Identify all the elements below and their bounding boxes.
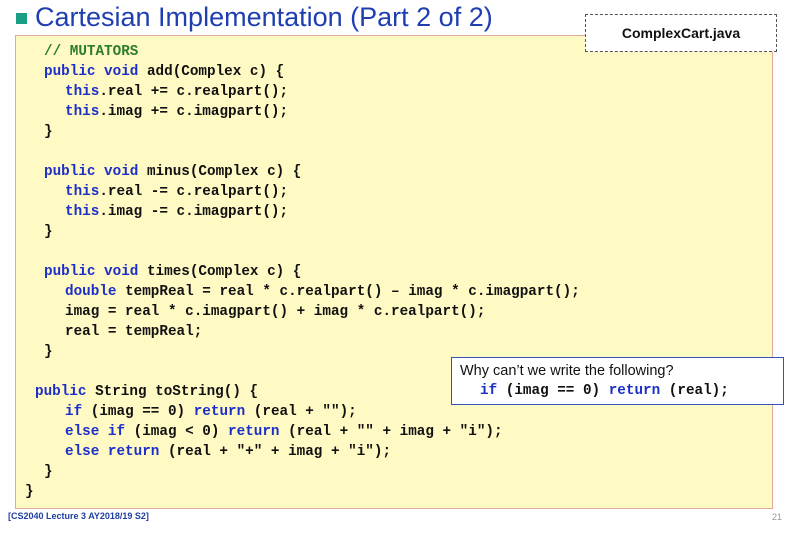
code-text: add(Complex c) { <box>138 64 285 80</box>
keyword: public void <box>44 164 139 180</box>
slide-footer: [CS2040 Lecture 3 AY2018/19 S2] <box>8 511 149 521</box>
code-text: minus(Complex c) { <box>138 164 302 180</box>
keyword: if <box>65 404 83 420</box>
code-text: times(Complex c) { <box>138 264 302 280</box>
code-text: } <box>44 464 53 480</box>
code-text: (imag < 0) <box>125 424 229 440</box>
keyword: else if <box>65 424 126 440</box>
code-text: } <box>44 344 53 360</box>
code-line-add-2: this.imag += c.imagpart(); <box>65 102 288 122</box>
code-line-add-signature: public void add(Complex c) { <box>44 62 284 82</box>
code-line-add-1: this.real += c.realpart(); <box>65 82 288 102</box>
keyword: this <box>65 204 100 220</box>
keyword: else return <box>65 444 160 460</box>
code-line-times-3: real = tempReal; <box>65 322 202 342</box>
code-line-add-close: } <box>44 122 53 142</box>
code-text: } <box>44 124 53 140</box>
comment-mutators: // MUTATORS <box>44 44 139 60</box>
code-line-times-1: double tempReal = real * c.realpart() – … <box>65 282 580 302</box>
keyword: double <box>65 284 117 300</box>
code-line-tostring-2: else if (imag < 0) return (real + "" + i… <box>65 422 503 442</box>
code-line-tostring-close: } <box>44 462 53 482</box>
title-bullet-icon <box>16 13 27 24</box>
code-line-comment: // MUTATORS <box>44 42 138 62</box>
keyword: this <box>65 184 100 200</box>
code-text: .imag += c.imagpart(); <box>99 104 289 120</box>
code-line-times-2: imag = real * c.imagpart() + imag * c.re… <box>65 302 485 322</box>
code-text: .imag -= c.imagpart(); <box>99 204 289 220</box>
keyword: return <box>193 404 246 420</box>
code-text: .real += c.realpart(); <box>99 84 289 100</box>
code-line-minus-1: this.real -= c.realpart(); <box>65 182 288 202</box>
code-text: (real + ""); <box>245 404 357 420</box>
code-text: (imag == 0) <box>82 404 194 420</box>
keyword: if <box>480 383 498 399</box>
keyword: this <box>65 104 100 120</box>
keyword: return <box>228 424 280 440</box>
callout-code: if (imag == 0) return (real); <box>460 381 783 401</box>
keyword: public void <box>44 264 139 280</box>
code-line-minus-2: this.imag -= c.imagpart(); <box>65 202 288 222</box>
code-line-class-close: } <box>25 482 34 502</box>
code-line-minus-signature: public void minus(Complex c) { <box>44 162 301 182</box>
keyword: this <box>65 84 100 100</box>
code-line-tostring-3: else return (real + "+" + imag + "i"); <box>65 442 391 462</box>
keyword: public void <box>44 64 139 80</box>
code-text: imag = real * c.imagpart() + imag * c.re… <box>65 304 486 320</box>
code-block: // MUTATORS public void add(Complex c) {… <box>16 36 580 556</box>
code-text: (real); <box>660 383 729 399</box>
code-line-tostring-1: if (imag == 0) return (real + ""); <box>65 402 357 422</box>
code-panel: // MUTATORS public void add(Complex c) {… <box>15 35 773 509</box>
code-line-times-close: } <box>44 342 53 362</box>
code-text: .real -= c.realpart(); <box>99 184 289 200</box>
code-text: (imag == 0) <box>497 383 609 399</box>
code-line-minus-close: } <box>44 222 53 242</box>
filename-label: ComplexCart.java <box>585 14 777 52</box>
code-text: } <box>25 484 34 500</box>
page-number: 21 <box>772 512 783 522</box>
code-text: tempReal = real * c.realpart() – imag * … <box>116 284 580 300</box>
question-callout: Why can’t we write the following? if (im… <box>451 357 784 405</box>
keyword: public <box>35 384 87 400</box>
code-line-times-signature: public void times(Complex c) { <box>44 262 301 282</box>
callout-question: Why can’t we write the following? <box>460 363 674 379</box>
code-text: } <box>44 224 53 240</box>
code-text: String toString() { <box>86 384 259 400</box>
slide-title: Cartesian Implementation (Part 2 of 2) <box>35 2 493 32</box>
code-text: real = tempReal; <box>65 324 203 340</box>
code-line-tostring-signature: public String toString() { <box>35 382 258 402</box>
code-text: (real + "" + imag + "i"); <box>279 424 503 440</box>
code-text: (real + "+" + imag + "i"); <box>159 444 392 460</box>
keyword: return <box>608 383 661 399</box>
